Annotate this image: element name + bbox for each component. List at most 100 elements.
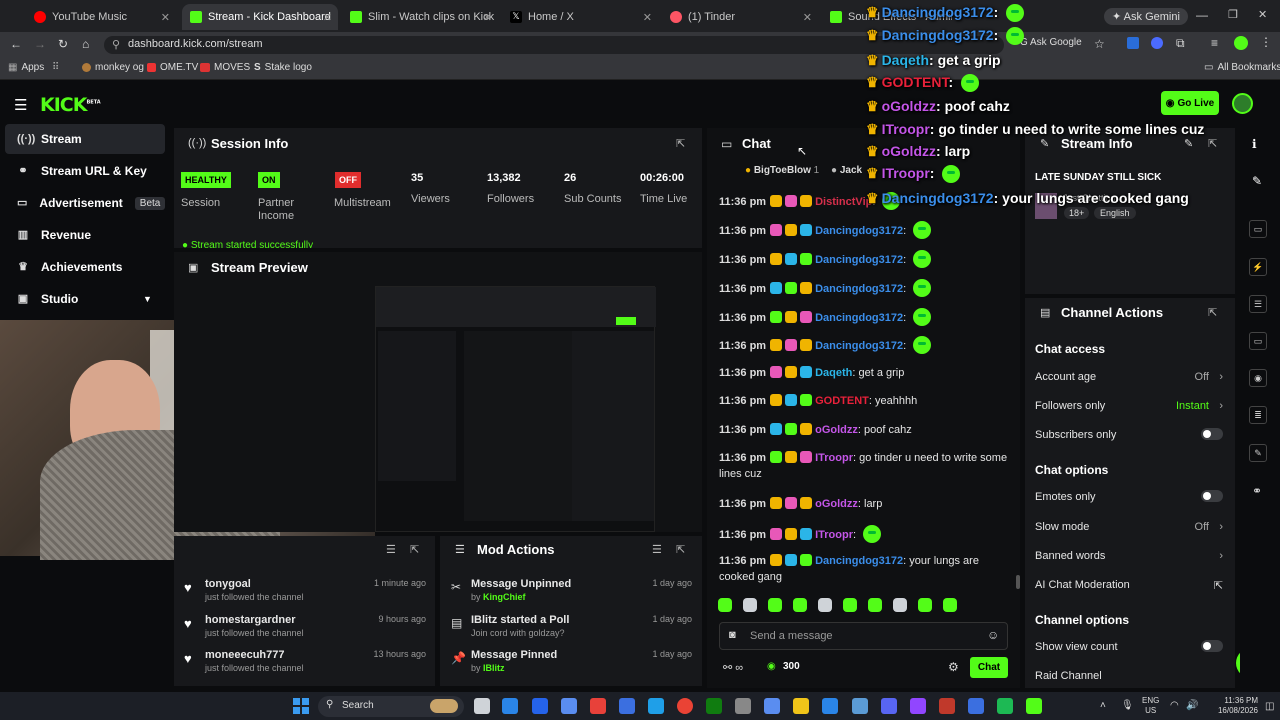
close-icon[interactable]: ✕ — [161, 11, 170, 24]
record-icon[interactable] — [590, 698, 606, 714]
chat-message[interactable]: 11:36 pm oGoldzz: poof cahz — [719, 422, 1009, 438]
kick-logo[interactable]: KICKBETA — [40, 94, 101, 116]
chat-message[interactable]: 11:36 pm Dancingdog3172: — [719, 336, 1009, 354]
popout-icon[interactable]: ⇱ — [676, 543, 685, 556]
chat-username[interactable]: Dancingdog3172 — [815, 254, 903, 266]
settings-icon[interactable] — [764, 698, 780, 714]
filter-icon[interactable]: ☰ — [386, 543, 396, 556]
tab-slim-clips[interactable]: Slim - Watch clips on Kick ✕ — [342, 4, 498, 30]
discord-icon[interactable] — [881, 698, 897, 714]
sidebar-item-stream-url[interactable]: ⚭ Stream URL & Key — [5, 156, 165, 186]
chat-scrollbar[interactable] — [1016, 575, 1020, 589]
edge-icon[interactable] — [502, 698, 518, 714]
forward-icon[interactable]: → — [34, 37, 46, 51]
filter-icon[interactable]: ☰ — [652, 543, 662, 556]
emote-icon[interactable] — [768, 598, 782, 612]
capture-icon[interactable] — [735, 698, 751, 714]
bookmark-ometv[interactable]: OME.TV — [147, 62, 198, 73]
emote-icon[interactable] — [943, 598, 957, 612]
ask-google-button[interactable]: G Ask Google — [1020, 37, 1082, 48]
wrench-icon[interactable]: ✎ — [1249, 444, 1267, 462]
reload-icon[interactable]: ↻ — [58, 37, 68, 51]
vpn-icon[interactable] — [561, 698, 577, 714]
close-icon[interactable]: ✕ — [323, 11, 332, 24]
volume-icon[interactable]: 🔊 — [1186, 700, 1198, 711]
mic-icon[interactable]: 🎙 — [1121, 700, 1134, 711]
bookmark-stake[interactable]: S Stake logo — [254, 62, 312, 73]
emote-icon[interactable] — [843, 598, 857, 612]
spotify-icon[interactable] — [997, 698, 1013, 714]
hamburger-menu-icon[interactable]: ☰ — [14, 96, 27, 114]
chat-message[interactable]: 11:36 pm ITroopr: — [719, 525, 1009, 543]
chat-icon[interactable]: ▭ — [1249, 332, 1267, 350]
sidebar-item-advertisement[interactable]: ▭ Advertisement Beta — [5, 188, 166, 218]
profile-avatar[interactable] — [1234, 36, 1248, 50]
language-indicator[interactable]: ENG US — [1142, 696, 1159, 716]
chat-username[interactable]: Dancingdog3172 — [815, 225, 903, 237]
sidebar-item-revenue[interactable]: ▥ Revenue — [5, 220, 165, 250]
list-icon[interactable]: ☰ — [1249, 295, 1267, 313]
chat-message[interactable]: 11:36 pm oGoldzz: larp — [719, 496, 1009, 512]
chat-username[interactable]: Dancingdog3172 — [815, 283, 903, 295]
media-icon[interactable]: ≡ — [1211, 36, 1218, 50]
steam-icon[interactable] — [619, 698, 635, 714]
tab-youtube-music[interactable]: YouTube Music ✕ — [26, 4, 176, 30]
wifi-icon[interactable]: ◠ — [1170, 700, 1179, 711]
sidebar-item-stream[interactable]: ((·)) Stream — [5, 124, 165, 154]
store-icon[interactable] — [822, 698, 838, 714]
edit-icon[interactable]: ✎ — [1252, 174, 1262, 188]
windows-start-icon[interactable] — [293, 698, 309, 714]
chrome-icon[interactable] — [677, 698, 693, 714]
slow-mode-row[interactable]: Slow mode Off › — [1035, 521, 1223, 533]
voicemod-icon[interactable] — [939, 698, 955, 714]
file-explorer-icon[interactable] — [474, 698, 490, 714]
popout-icon[interactable]: ⇱ — [410, 543, 419, 556]
account-age-row[interactable]: Account age Off › — [1035, 371, 1223, 383]
minimize-button[interactable]: — — [1196, 8, 1208, 22]
extension-icon[interactable] — [1151, 37, 1163, 49]
subscribers-only-toggle[interactable] — [1201, 428, 1223, 440]
info-icon[interactable]: ℹ — [1252, 137, 1257, 151]
teams-icon[interactable] — [532, 698, 548, 714]
ask-gemini-button[interactable]: ✦ Ask Gemini — [1104, 8, 1188, 25]
chat-username[interactable]: DistinctVip — [815, 196, 872, 208]
menu-icon[interactable]: ⋮ — [1260, 35, 1272, 49]
settings-slider-icon[interactable]: ⚯ ∞ — [723, 661, 743, 674]
edit-icon[interactable]: ✎ — [1184, 137, 1193, 150]
notification-icon[interactable]: ◫ — [1265, 701, 1274, 712]
twitch-icon[interactable] — [910, 698, 926, 714]
clock[interactable]: 11:36 PM 16/08/2026 — [1212, 696, 1258, 716]
chat-message[interactable]: 11:36 pm GODTENT: yeahhhh — [719, 393, 1009, 409]
sidebar-item-achievements[interactable]: ♛ Achievements — [5, 252, 165, 282]
gear-icon[interactable]: ⚙ — [948, 660, 959, 674]
site-info-icon[interactable]: ⚲ — [112, 38, 120, 51]
close-icon[interactable]: ✕ — [803, 11, 812, 24]
chat-username[interactable]: Daqeth — [815, 367, 852, 379]
close-icon[interactable]: ✕ — [643, 11, 652, 24]
panel-toggle-icon[interactable]: ▭ — [1249, 220, 1267, 238]
chat-username[interactable]: ITroopr — [815, 529, 853, 541]
chat-username[interactable]: ITroopr — [815, 452, 853, 464]
emote-icon[interactable] — [718, 598, 732, 612]
stream-preview-video[interactable] — [375, 286, 656, 532]
raid-channel-row[interactable]: Raid Channel — [1035, 670, 1223, 682]
extension-icon[interactable] — [1127, 37, 1139, 49]
tab-x-home[interactable]: 𝕏 Home / X ✕ — [502, 4, 658, 30]
share-icon[interactable]: ⚭ — [1252, 484, 1262, 498]
chat-send-button[interactable]: Chat — [970, 657, 1008, 678]
close-icon[interactable]: ✕ — [483, 11, 492, 24]
grid-icon[interactable]: ⠿ — [52, 62, 59, 73]
chat-message[interactable]: 11:36 pm Dancingdog3172: — [719, 279, 1009, 297]
broadcast-icon[interactable]: ◉ — [1249, 369, 1267, 387]
popout-icon[interactable]: ⇱ — [1208, 137, 1217, 150]
tab-tinder[interactable]: (1) Tinder ✕ — [662, 4, 818, 30]
lightning-icon[interactable]: ⚡ — [1249, 258, 1267, 276]
emote-icon[interactable] — [918, 598, 932, 612]
show-view-count-toggle[interactable] — [1201, 640, 1223, 652]
ai-chat-moderation-row[interactable]: AI Chat Moderation ⇱ — [1035, 579, 1223, 592]
pinned-gifter-1[interactable]: ● BigToeBlow 1 — [745, 165, 819, 176]
all-bookmarks[interactable]: ▭ All Bookmarks — [1204, 62, 1280, 73]
chat-message[interactable]: 11:36 pm Dancingdog3172: — [719, 308, 1009, 326]
user-avatar[interactable] — [1232, 93, 1253, 114]
chat-message[interactable]: 11:36 pm Dancingdog3172: your lungs are c… — [719, 553, 1009, 585]
